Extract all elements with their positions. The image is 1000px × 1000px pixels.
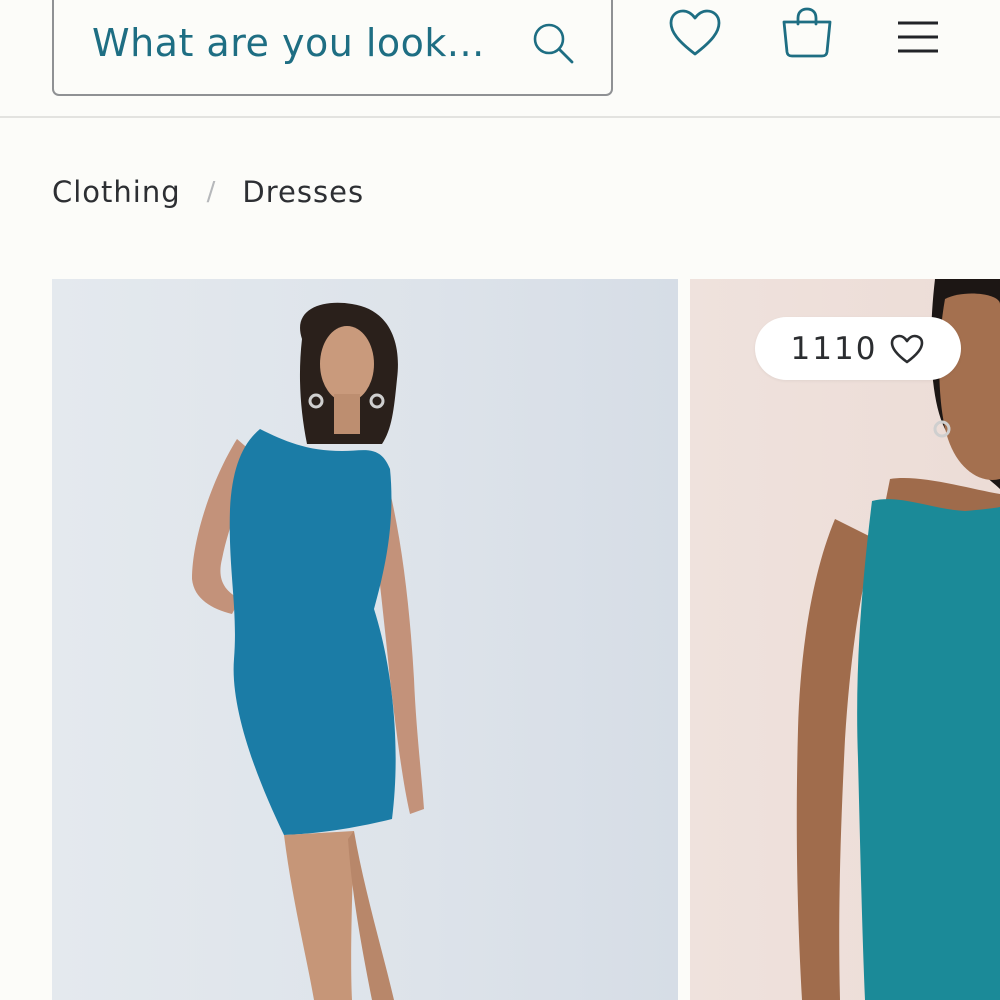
like-count: 1110: [790, 330, 878, 367]
hamburger-menu-icon[interactable]: [896, 20, 940, 54]
search-input[interactable]: [92, 20, 512, 66]
breadcrumb: Clothing / Dresses: [52, 172, 364, 212]
product-listing-page: Clothing / Dresses: [0, 0, 1000, 1000]
site-header: [0, 0, 1000, 118]
product-card[interactable]: [690, 279, 1000, 1000]
like-count-badge[interactable]: 1110: [755, 317, 961, 380]
heart-icon[interactable]: [889, 333, 925, 365]
search-bar: [52, 0, 613, 96]
product-image: [192, 302, 424, 1000]
product-image: [796, 279, 1000, 1000]
search-icon[interactable]: [530, 20, 578, 68]
breadcrumb-item-clothing[interactable]: Clothing: [52, 175, 181, 209]
shopping-bag-icon[interactable]: [780, 6, 834, 60]
product-card[interactable]: [52, 279, 678, 1000]
breadcrumb-separator: /: [206, 177, 217, 207]
heart-icon[interactable]: [668, 8, 722, 58]
breadcrumb-item-dresses[interactable]: Dresses: [242, 175, 364, 209]
